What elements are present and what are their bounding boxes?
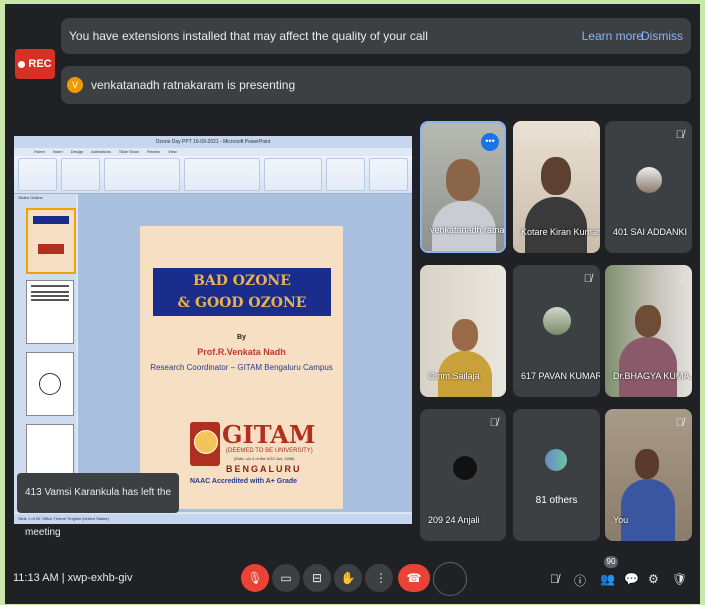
slide-role: Research Coordinator – GITAM Bengaluru C… xyxy=(150,363,333,372)
chat-icon[interactable]: 💬 xyxy=(624,572,639,586)
more-options-icon[interactable]: ••• xyxy=(481,133,499,151)
ribbon-group xyxy=(325,158,365,191)
ppt-tab-animations: Animations xyxy=(91,149,111,154)
ppt-tab-insert: Insert xyxy=(52,149,63,154)
recording-indicator: REC xyxy=(15,49,55,79)
ppt-ribbon xyxy=(14,156,412,194)
mic-muted-icon: 🎙̸ xyxy=(675,273,684,285)
learn-more-link[interactable]: Learn more xyxy=(582,29,643,43)
meet-window: REC You have extensions installed that m… xyxy=(5,4,700,604)
slide-thumbnail xyxy=(26,208,76,274)
mic-muted-icon: 🎙̸ xyxy=(675,129,684,141)
ribbon-group xyxy=(61,158,101,191)
others-tile[interactable]: 81 others xyxy=(513,409,600,541)
cursor-indicator xyxy=(433,562,467,596)
participant-name: venkatanadh ratna... xyxy=(430,225,506,235)
slide-city: BENGALURU xyxy=(226,464,302,474)
avatar xyxy=(452,455,478,481)
participant-tile[interactable]: 🎙̸ Kotare Kiran Kumar xyxy=(513,121,600,253)
presenter-avatar: V xyxy=(67,77,83,93)
presenting-bar: V venkatanadh ratnakaram is presenting xyxy=(61,66,691,104)
pane-tabs: Slides Outline xyxy=(18,195,43,200)
participant-name: 617 PAVAN KUMAR xyxy=(521,371,600,381)
ppt-tab-design: Design xyxy=(70,149,84,154)
slide-estd: (Estd. u/s 3 of the UGC Act, 1956) xyxy=(234,456,295,461)
slide-naac: NAAC Accredited with A+ Grade xyxy=(190,478,298,485)
slide-title-line2: & GOOD OZONE xyxy=(177,295,307,311)
participants-count-badge: 90 xyxy=(604,556,618,568)
mic-muted-icon: 🎙̸ xyxy=(675,417,684,429)
record-dot-icon xyxy=(18,60,26,68)
raise-hand-button[interactable]: ✋ xyxy=(334,564,362,592)
self-tile[interactable]: 🎙̸ You xyxy=(605,409,692,541)
participant-name: Omm Sailaja xyxy=(428,371,480,381)
gitam-logo-icon xyxy=(190,422,220,466)
ppt-tab-home: Home xyxy=(34,149,45,154)
slide-thumbnail xyxy=(26,280,74,344)
avatar xyxy=(636,167,662,193)
ribbon-group xyxy=(264,158,322,191)
slide-presenter: Prof.R.Venkata Nadh xyxy=(197,347,286,357)
meeting-controls-bar: 11:13 AM | xwp-exhb-giv 🎙 ▭ ⊟ ✋ ⬆ ⋮ ☎ 🎙̸… xyxy=(0,552,705,605)
slide-title-line1: BAD OZONE xyxy=(193,273,291,289)
avatar xyxy=(545,449,567,471)
participant-tile[interactable]: 🎙̸ Omm Sailaja xyxy=(420,265,506,397)
participant-name: Kotare Kiran Kumar xyxy=(521,227,600,237)
ppt-titlebar: Ozone Day PPT 16-09-2021 - Microsoft Pow… xyxy=(14,136,412,148)
participant-tile[interactable]: 🎙̸ Dr.BHAGYA KUMA... xyxy=(605,265,692,397)
ppt-tab-view: View xyxy=(168,149,177,154)
people-icon[interactable]: 👥 xyxy=(600,572,615,586)
mic-toggle-button[interactable]: 🎙 xyxy=(241,564,269,592)
ribbon-group xyxy=(368,158,408,191)
mic-muted-icon: 🎙̸ xyxy=(583,129,592,141)
mic-muted-icon: 🎙̸ xyxy=(489,273,498,285)
slide-title: BAD OZONE & GOOD OZONE xyxy=(153,268,331,316)
others-count: 81 others xyxy=(535,495,578,506)
mic-muted-icon: 🎙̸ xyxy=(489,417,498,429)
activities-icon[interactable]: ⚙ xyxy=(648,572,659,586)
slide-thumbnail xyxy=(26,352,74,416)
slide-by: By xyxy=(237,334,246,341)
slide-deemed: (DEEMED TO BE UNIVERSITY) xyxy=(226,448,313,454)
slide-logo-name: GITAM xyxy=(222,420,316,449)
presenting-text: venkatanadh ratnakaram is presenting xyxy=(91,78,296,92)
ribbon-group xyxy=(18,158,58,191)
leave-call-button[interactable]: ☎ xyxy=(398,564,430,592)
participant-tile[interactable]: 🎙̸ 401 SAI ADDANKI xyxy=(605,121,692,253)
ppt-tab-review: Review xyxy=(146,149,161,154)
participant-name: You xyxy=(613,515,629,525)
banner-message: You have extensions installed that may a… xyxy=(69,29,428,43)
participant-tile[interactable]: 🎙̸ 617 PAVAN KUMAR xyxy=(513,265,600,397)
more-options-icon[interactable]: ⋮ xyxy=(370,564,392,592)
meeting-time: 11:13 AM | xwp-exhb-giv xyxy=(13,572,133,584)
info-icon[interactable]: ⓘ xyxy=(574,572,586,589)
captions-button[interactable]: ⊟ xyxy=(303,564,331,592)
participant-name: 401 SAI ADDANKI xyxy=(613,227,688,237)
avatar xyxy=(543,307,571,335)
camera-toggle-button[interactable]: ▭ xyxy=(272,564,300,592)
ppt-tab-slideshow: Slide Show xyxy=(118,149,139,154)
participant-name: 209 24 Anjali xyxy=(428,515,480,525)
ppt-statusbar: Slide 1 of 50 'Office Theme' English (Un… xyxy=(14,514,412,524)
participant-tile[interactable]: ••• venkatanadh ratna... xyxy=(420,121,506,253)
ribbon-group xyxy=(184,158,261,191)
slide-thumbnails-pane: Slides Outline xyxy=(14,194,76,512)
extensions-warning-banner: You have extensions installed that may a… xyxy=(61,18,691,54)
dismiss-button[interactable]: Dismiss xyxy=(641,29,683,43)
mic-muted-icon: 🎙̸ xyxy=(583,273,592,285)
mic-muted-icon: 🎙̸ xyxy=(550,572,559,586)
participant-name: Dr.BHAGYA KUMA... xyxy=(613,371,692,381)
current-slide: BAD OZONE & GOOD OZONE By Prof.R.Venkata… xyxy=(140,226,343,509)
host-controls-icon[interactable]: 🛡 xyxy=(672,572,687,586)
left-meeting-toast: 413 Vamsi Karankula has left the meeting xyxy=(17,473,179,538)
participant-tile[interactable]: 🎙̸ 209 24 Anjali xyxy=(420,409,506,541)
ribbon-group xyxy=(104,158,181,191)
ppt-ribbon-tabs: Home Insert Design Animations Slide Show… xyxy=(14,148,412,156)
